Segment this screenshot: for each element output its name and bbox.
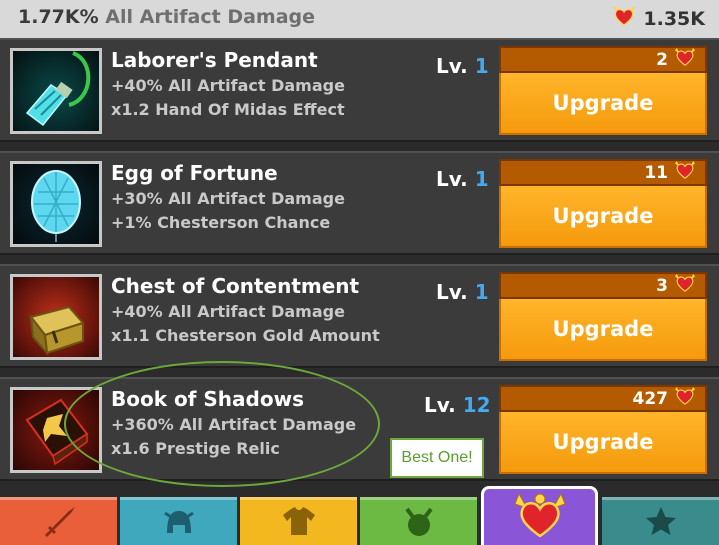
relic-count: 1.35K <box>643 7 705 30</box>
artifact-row-book-of-shadows: Book of Shadows +360% All Artifact Damag… <box>0 377 719 481</box>
artifact-bonus-primary: +40% All Artifact Damage <box>111 76 345 95</box>
tab-sword[interactable] <box>0 497 117 545</box>
relic-heart-icon <box>673 386 697 411</box>
tab-helmet[interactable] <box>120 497 237 545</box>
artifact-name: Egg of Fortune <box>111 161 278 185</box>
artifact-bonus-primary: +40% All Artifact Damage <box>111 302 345 321</box>
upgrade-button[interactable]: Upgrade <box>499 73 707 135</box>
tab-relics[interactable] <box>481 486 598 545</box>
header-bar: 1.77K% All Artifact Damage 1.35K <box>0 0 719 38</box>
artifact-name: Laborer's Pendant <box>111 48 318 72</box>
artifact-name: Chest of Contentment <box>111 274 360 298</box>
upgrade-panel: 427 Upgrade <box>499 385 707 474</box>
upgrade-cost: 2 <box>499 46 707 73</box>
relic-heart-icon <box>673 273 697 298</box>
level-label: Lv. <box>436 280 468 304</box>
total-damage-label: All Artifact Damage <box>105 6 316 28</box>
artifact-name: Book of Shadows <box>111 387 304 411</box>
horned-icon <box>399 503 439 543</box>
upgrade-button[interactable]: Upgrade <box>499 299 707 361</box>
artifact-bonus-secondary: x1.2 Hand Of Midas Effect <box>111 100 345 119</box>
artifact-level: Lv. 12 <box>424 393 491 417</box>
relic-heart-icon <box>511 490 569 544</box>
upgrade-button[interactable]: Upgrade <box>499 186 707 248</box>
shirt-icon <box>279 503 319 543</box>
best-one-note: Best One! <box>390 438 484 478</box>
upgrade-panel: 11 Upgrade <box>499 159 707 248</box>
upgrade-button[interactable]: Upgrade <box>499 412 707 474</box>
sword-icon <box>39 503 79 543</box>
artifact-bonus-primary: +360% All Artifact Damage <box>111 415 357 434</box>
egg-icon <box>10 161 102 247</box>
artifact-level: Lv. 1 <box>436 54 489 78</box>
level-label: Lv. <box>436 167 468 191</box>
artifact-row-laborers-pendant: Laborer's Pendant +40% All Artifact Dama… <box>0 38 719 142</box>
artifact-bonus-secondary: x1.1 Chesterson Gold Amount <box>111 326 380 345</box>
relic-heart-icon <box>673 47 697 72</box>
cost-value: 3 <box>656 275 668 296</box>
cost-value: 11 <box>644 162 668 183</box>
level-value: 1 <box>474 280 489 304</box>
artifact-row-chest-of-contentment: Chest of Contentment +40% All Artifact D… <box>0 264 719 368</box>
artifact-level: Lv. 1 <box>436 280 489 304</box>
total-damage-value: 1.77K% <box>18 6 99 28</box>
tab-shirt[interactable] <box>240 497 357 545</box>
level-label: Lv. <box>436 54 468 78</box>
star-icon <box>641 503 681 543</box>
relic-heart-icon <box>673 160 697 185</box>
upgrade-cost: 11 <box>499 159 707 186</box>
artifact-bonus-secondary: x1.6 Prestige Relic <box>111 439 280 458</box>
level-value: 1 <box>474 167 489 191</box>
upgrade-panel: 3 Upgrade <box>499 272 707 361</box>
book-icon <box>10 387 102 473</box>
level-value: 12 <box>462 393 491 417</box>
helmet-icon <box>159 503 199 543</box>
artifact-level: Lv. 1 <box>436 167 489 191</box>
artifact-bonus-primary: +30% All Artifact Damage <box>111 189 345 208</box>
upgrade-cost: 427 <box>499 385 707 412</box>
artifact-bonus-secondary: +1% Chesterson Chance <box>111 213 331 232</box>
tab-horned[interactable] <box>360 497 477 545</box>
total-damage: 1.77K% All Artifact Damage <box>18 6 315 28</box>
tab-star[interactable] <box>602 497 719 545</box>
pendant-icon <box>10 48 102 134</box>
chest-icon <box>10 274 102 360</box>
level-value: 1 <box>474 54 489 78</box>
level-label: Lv. <box>424 393 456 417</box>
bottom-tab-bar <box>0 486 719 545</box>
cost-value: 427 <box>632 388 669 409</box>
relic-heart-icon <box>611 5 637 32</box>
artifact-row-egg-of-fortune: Egg of Fortune +30% All Artifact Damage … <box>0 151 719 255</box>
cost-value: 2 <box>656 49 668 70</box>
upgrade-cost: 3 <box>499 272 707 299</box>
relic-counter: 1.35K <box>611 5 705 32</box>
upgrade-panel: 2 Upgrade <box>499 46 707 135</box>
